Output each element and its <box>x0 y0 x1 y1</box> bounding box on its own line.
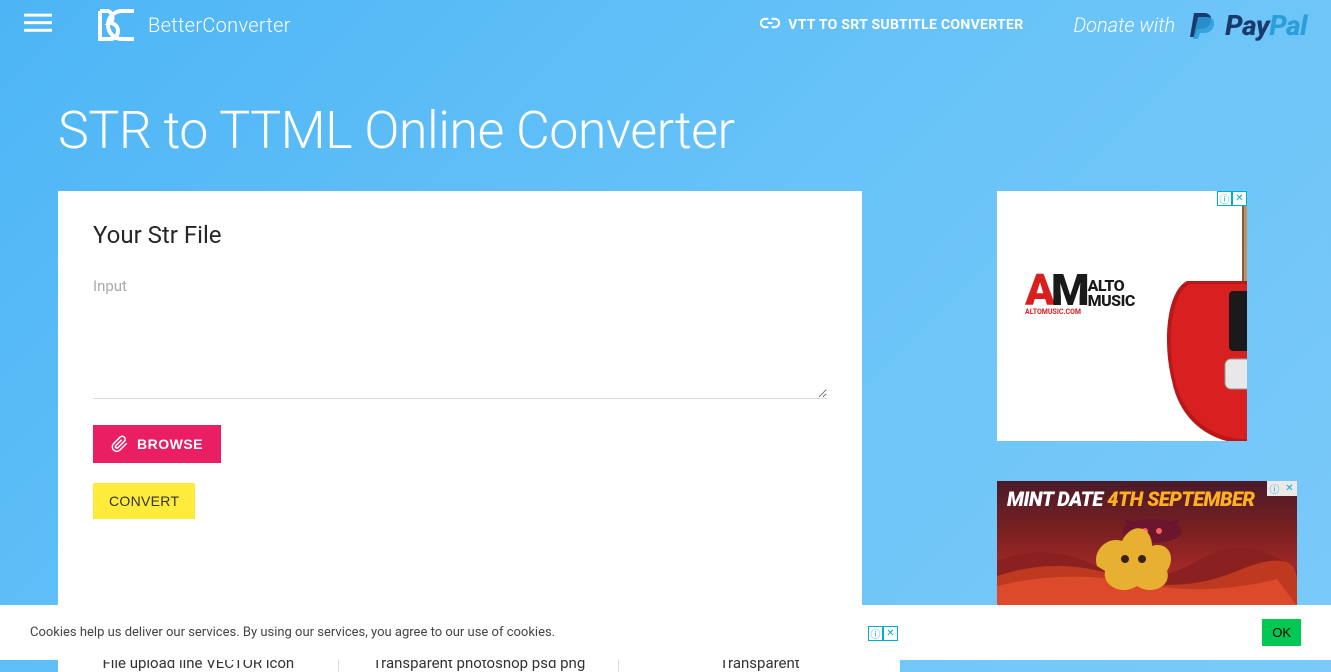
header: BetterConverter VTT TO SRT SUBTITLE CONV… <box>0 0 1331 50</box>
ad-info-icon-2[interactable]: ⓘ <box>1267 481 1282 496</box>
paypal-icon <box>1187 9 1219 41</box>
page-title: STR to TTML Online Converter <box>0 50 1331 191</box>
link-icon <box>760 16 780 34</box>
browse-label: BROWSE <box>137 436 203 452</box>
cookie-text: Cookies help us deliver our services. By… <box>30 625 555 640</box>
input-textarea[interactable] <box>93 299 827 399</box>
cookie-banner: Cookies help us deliver our services. By… <box>0 605 1331 660</box>
ad2-artwork <box>997 481 1297 606</box>
browse-button[interactable]: BROWSE <box>93 425 221 463</box>
logo-mark-icon <box>92 7 142 43</box>
sidebar: ⓘ ✕ A M ALTO MUSIC ALTOMUSIC.COM <box>997 191 1273 606</box>
brand-name: BetterConverter <box>148 13 291 37</box>
input-label: Input <box>93 277 827 295</box>
altomusic-logo: A M ALTO MUSIC ALTOMUSIC.COM <box>1025 273 1135 316</box>
attachment-icon <box>111 435 129 453</box>
cookie-ok-button[interactable]: OK <box>1262 619 1301 646</box>
ad-close-icon[interactable]: ✕ <box>1232 191 1247 206</box>
header-link-label: VTT TO SRT SUBTITLE CONVERTER <box>788 17 1023 33</box>
ad-mintdate[interactable]: ⓘ ✕ MINT DATE 4TH SEPTEMBER <box>997 481 1297 606</box>
guitar-image <box>1157 191 1247 441</box>
header-converter-link[interactable]: VTT TO SRT SUBTITLE CONVERTER <box>760 16 1023 34</box>
ad-info-icon[interactable]: ⓘ <box>1217 191 1232 206</box>
ad-close-icon-2[interactable]: ✕ <box>1282 481 1297 496</box>
paypal-logo: PayPal <box>1187 9 1307 42</box>
ad-altomusic[interactable]: ⓘ ✕ A M ALTO MUSIC ALTOMUSIC.COM <box>997 191 1247 441</box>
converter-card: Your Str File Input BROWSE CONVERT <box>58 191 862 606</box>
strip-ad-close-icon[interactable]: ✕ <box>883 626 898 641</box>
ad-controls: ⓘ ✕ <box>1217 191 1247 206</box>
ad-controls-2: ⓘ ✕ <box>1267 481 1297 496</box>
convert-button[interactable]: CONVERT <box>93 483 195 519</box>
brand-logo[interactable]: BetterConverter <box>92 7 291 43</box>
card-title: Your Str File <box>93 221 827 249</box>
donate-label: Donate with <box>1073 13 1175 37</box>
strip-ad-info-icon[interactable]: ⓘ <box>868 626 883 641</box>
menu-icon[interactable] <box>24 9 52 41</box>
donate-button[interactable]: Donate with PayPal <box>1073 9 1307 42</box>
